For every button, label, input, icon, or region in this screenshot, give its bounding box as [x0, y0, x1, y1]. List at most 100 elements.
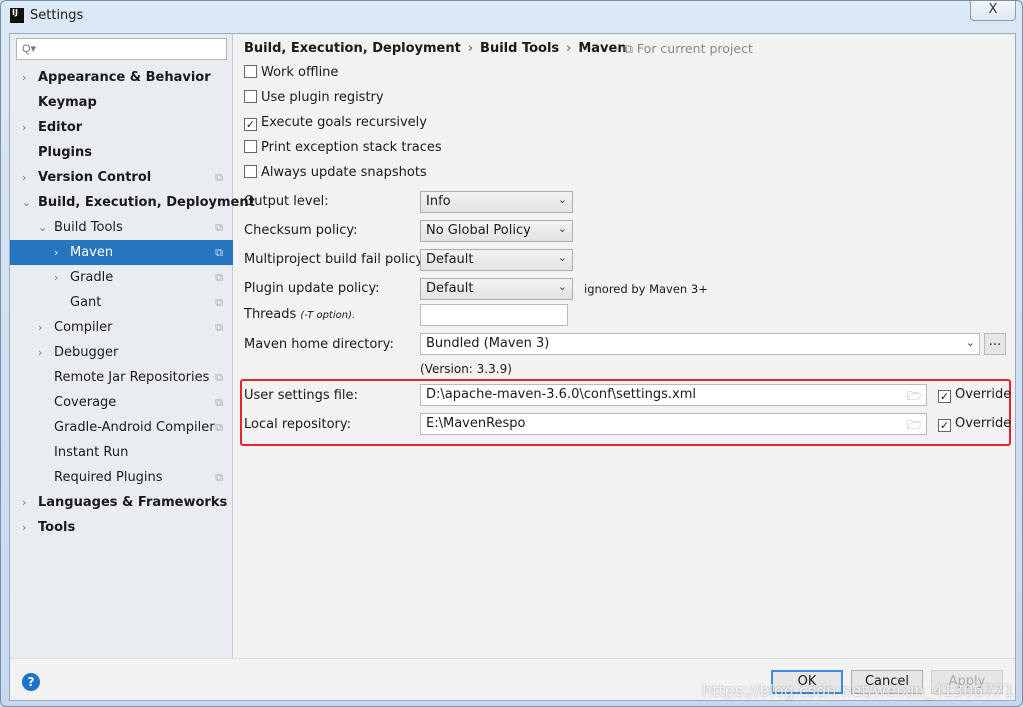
dropdown-value: Default: [426, 252, 474, 267]
copy-icon: ⧉: [215, 371, 223, 384]
local-repo-field[interactable]: E:\MavenRespo 🗁: [420, 413, 927, 435]
sidebar-item-label: Gradle-Android Compiler: [54, 420, 215, 435]
sidebar-item[interactable]: › Gradle ⧉: [10, 265, 233, 290]
dropdown-value: Default: [426, 281, 474, 296]
search-input[interactable]: [16, 38, 227, 60]
sidebar-item[interactable]: Remote Jar Repositories ⧉: [10, 365, 233, 390]
sidebar-item-label: Compiler: [54, 320, 113, 335]
checkbox-icon[interactable]: ✓: [938, 390, 951, 403]
sidebar-item-label: Editor: [38, 120, 83, 135]
chevron-right-icon[interactable]: ›: [38, 315, 42, 340]
sidebar-item-label: Gant: [70, 295, 102, 310]
sidebar-item[interactable]: › Languages & Frameworks: [10, 490, 233, 515]
breadcrumb: Build, Execution, Deployment › Build Tools…: [244, 41, 627, 56]
chevron-right-icon[interactable]: ›: [38, 340, 42, 365]
checkbox-label: Work offline: [261, 65, 339, 80]
dropdown-label: Multiproject build fail policy:: [244, 252, 427, 267]
user-settings-field[interactable]: D:\apache-maven-3.6.0\conf\settings.xml 🗁: [420, 384, 927, 406]
threads-label: Threads (-T option).: [244, 307, 356, 322]
sidebar-item[interactable]: › Tools: [10, 515, 233, 540]
sidebar-item[interactable]: › Maven ⧉: [10, 240, 233, 265]
dropdown[interactable]: Default ⌄: [420, 249, 573, 271]
sidebar-item[interactable]: Keymap: [10, 90, 233, 115]
local-repo-label: Local repository:: [244, 417, 351, 432]
dropdown-value: No Global Policy: [426, 223, 531, 238]
title-bar: IJ Settings X: [1, 1, 1022, 32]
dropdown[interactable]: Default ⌄: [420, 278, 573, 300]
threads-input[interactable]: [420, 304, 568, 326]
sidebar-item[interactable]: Gant ⧉: [10, 290, 233, 315]
checkbox-icon[interactable]: ✓: [244, 118, 257, 131]
dropdown[interactable]: No Global Policy ⌄: [420, 220, 573, 242]
checkbox-icon[interactable]: [244, 65, 257, 78]
checkbox-option[interactable]: Use plugin registry: [244, 89, 384, 109]
chevron-right-icon: ›: [467, 41, 474, 56]
chevron-down-icon: ⌄: [557, 280, 567, 293]
dropdown[interactable]: Info ⌄: [420, 191, 573, 213]
window-title: Settings: [30, 8, 84, 23]
chevron-right-icon[interactable]: ›: [22, 65, 26, 90]
chevron-right-icon[interactable]: ›: [22, 115, 26, 140]
checkbox-label: Execute goals recursively: [261, 115, 427, 130]
sidebar-item[interactable]: Coverage ⧉: [10, 390, 233, 415]
sidebar-item[interactable]: Instant Run: [10, 440, 233, 465]
copy-icon: ⧉: [215, 271, 223, 284]
sidebar-item-label: Languages & Frameworks: [38, 495, 228, 510]
sidebar-item-label: Plugins: [38, 145, 92, 160]
chevron-right-icon[interactable]: ›: [54, 265, 58, 290]
sidebar-item[interactable]: Gradle-Android Compiler ⧉: [10, 415, 233, 440]
sidebar-item-label: Instant Run: [54, 445, 129, 460]
breadcrumb-item[interactable]: Build, Execution, Deployment: [244, 41, 461, 56]
breadcrumb-item[interactable]: Build Tools: [480, 41, 559, 56]
sidebar-item-label: Version Control: [38, 170, 152, 185]
chevron-down-icon[interactable]: ⌄: [22, 190, 31, 215]
app-icon: IJ: [10, 8, 24, 23]
sidebar-item[interactable]: › Editor: [10, 115, 233, 140]
help-icon[interactable]: ?: [22, 673, 40, 691]
browse-button[interactable]: ...: [984, 333, 1006, 355]
sidebar-item[interactable]: › Appearance & Behavior: [10, 65, 233, 90]
folder-icon[interactable]: 🗁: [907, 416, 922, 437]
sidebar-item-label: Debugger: [54, 345, 119, 360]
chevron-right-icon[interactable]: ›: [22, 165, 26, 190]
copy-icon: ⧉: [215, 221, 223, 234]
checkbox-icon[interactable]: [244, 90, 257, 103]
checkbox-icon[interactable]: ✓: [938, 419, 951, 432]
checkbox-icon[interactable]: [244, 165, 257, 178]
chevron-down-icon[interactable]: ⌄: [38, 215, 47, 240]
checkbox-option[interactable]: Work offline: [244, 64, 338, 84]
folder-icon[interactable]: 🗁: [907, 387, 922, 408]
copy-icon: ⧉: [215, 171, 223, 184]
user-settings-override-checkbox[interactable]: ✓ Override: [938, 386, 1011, 406]
dropdown-note: ignored by Maven 3+: [584, 282, 708, 296]
chevron-right-icon[interactable]: ›: [22, 490, 26, 515]
dropdown-label: Plugin update policy:: [244, 281, 380, 296]
sidebar-item[interactable]: ⌄ Build, Execution, Deployment: [10, 190, 255, 215]
sidebar-item-label: Required Plugins: [54, 470, 163, 485]
copy-icon: ⧉: [215, 321, 223, 334]
sidebar-item[interactable]: › Debugger: [10, 340, 233, 365]
checkbox-icon[interactable]: [244, 140, 257, 153]
chevron-right-icon[interactable]: ›: [54, 240, 58, 265]
checkbox-label: Use plugin registry: [261, 90, 384, 105]
copy-icon: ⧉: [215, 246, 223, 259]
sidebar-item[interactable]: ⌄ Build Tools ⧉: [10, 215, 233, 240]
checkbox-option[interactable]: Always update snapshots: [244, 164, 427, 184]
settings-window: IJ Settings X › Appearance & Behavior Keym…: [0, 0, 1023, 707]
sidebar-item-label: Coverage: [54, 395, 117, 410]
close-button[interactable]: X: [970, 1, 1016, 21]
sidebar-item[interactable]: Required Plugins ⧉: [10, 465, 233, 490]
local-repo-override-checkbox[interactable]: ✓ Override: [938, 415, 1011, 435]
scope-label: ⧉ For current project: [624, 41, 753, 57]
sidebar-item[interactable]: › Compiler ⧉: [10, 315, 233, 340]
maven-settings-panel: Build, Execution, Deployment › Build Tools…: [234, 34, 1015, 658]
sidebar-item[interactable]: › Version Control ⧉: [10, 165, 233, 190]
checkbox-option[interactable]: Print exception stack traces: [244, 139, 442, 159]
maven-home-dropdown[interactable]: Bundled (Maven 3) ⌄: [420, 333, 980, 355]
chevron-down-icon: ⌄: [557, 251, 567, 264]
dropdown-label: Output level:: [244, 194, 329, 209]
checkbox-option[interactable]: ✓ Execute goals recursively: [244, 114, 427, 134]
chevron-right-icon[interactable]: ›: [22, 515, 26, 540]
sidebar-item[interactable]: Plugins: [10, 140, 233, 165]
scope-text: For current project: [636, 41, 753, 56]
